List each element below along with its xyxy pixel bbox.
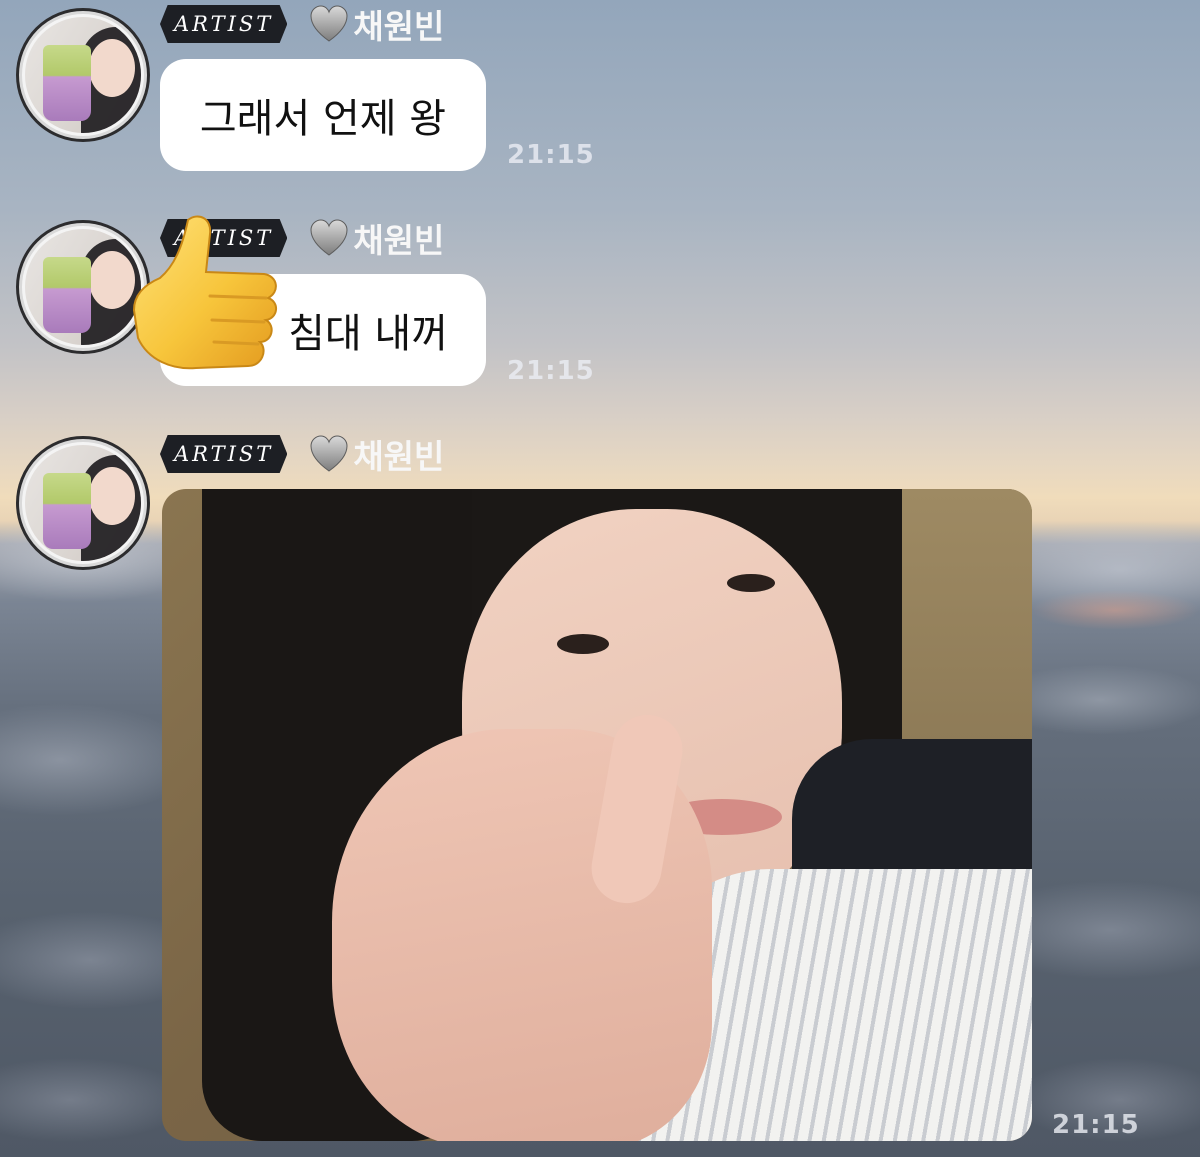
message-header: ARTIST 채원빈 [160,2,444,46]
grey-heart-icon [310,219,348,256]
message-time: 21:15 [507,356,595,386]
grey-heart-icon [310,5,348,42]
message-bubble[interactable]: 그래서 언제 왕 [160,59,486,171]
message-text: 그래서 언제 왕 [199,96,447,142]
photo-attachment[interactable] [162,489,1032,1141]
grey-heart-icon [310,435,348,472]
avatar[interactable] [16,436,150,570]
sender-name-row[interactable]: 채원빈 [309,0,444,48]
sender-name: 채원빈 [353,7,445,46]
message-time: 21:15 [1052,1110,1140,1140]
artist-badge: ARTIST [160,435,288,473]
message-header: ARTIST 채원빈 [160,432,444,476]
artist-badge: ARTIST [160,5,288,43]
sunset-glow [1030,590,1200,630]
message-time: 21:15 [507,140,595,170]
sender-name: 채원빈 [353,437,445,476]
sender-name: 채원빈 [353,221,445,260]
thumbs-up-icon [132,215,277,370]
avatar[interactable] [16,8,150,142]
sender-name-row[interactable]: 채원빈 [309,430,444,478]
message-text: 침대 내꺼 [288,311,448,357]
sender-name-row[interactable]: 채원빈 [309,214,444,262]
